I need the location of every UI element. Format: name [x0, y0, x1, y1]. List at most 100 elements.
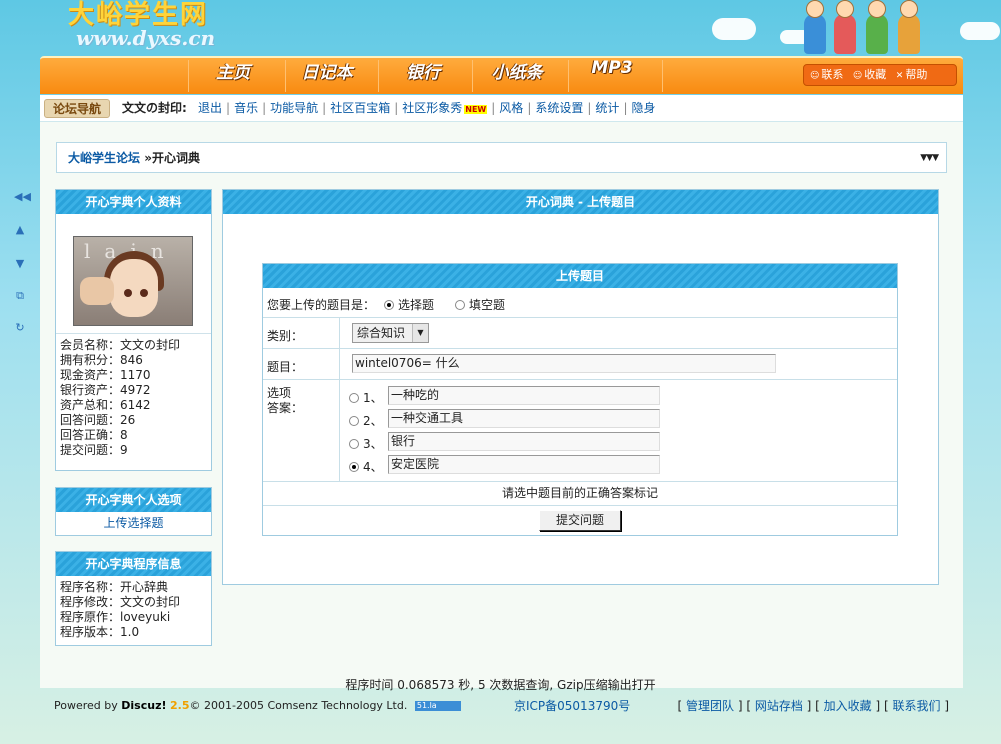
answer-2-input[interactable]: 一种交通工具: [388, 409, 660, 428]
stat-row: 拥有积分：846: [60, 353, 143, 367]
icp-link[interactable]: 京ICP备05013790号: [514, 697, 630, 714]
avatar-show-link[interactable]: 社区形象秀: [402, 101, 462, 115]
answer-2-radio[interactable]: 2、: [349, 412, 383, 429]
treasure-box-link[interactable]: 社区百宝箱: [330, 101, 390, 115]
program-info-title: 开心字典程序信息: [56, 552, 211, 576]
feature-nav-link[interactable]: 功能导航: [270, 101, 318, 115]
stat-row: 会员名称：文文の封印: [60, 338, 181, 352]
kids-illustration: [786, 0, 961, 56]
logout-link[interactable]: 退出: [198, 101, 222, 115]
stat-row: 提交问题：9: [60, 443, 128, 457]
nav-diary[interactable]: 日记本: [282, 58, 372, 94]
program-author: 程序原作：loveyuki: [60, 610, 171, 624]
close-icon: ✕: [895, 71, 904, 81]
question-input[interactable]: wintel0706= 什么: [352, 354, 776, 373]
cloud-decoration: [960, 22, 1000, 40]
stat-row: 银行资产：4972: [60, 383, 151, 397]
main-panel-title: 开心词典 - 上传题目: [223, 190, 938, 214]
answer-1-radio[interactable]: 1、: [349, 389, 383, 406]
footer-links: [ 管理团队 ] [ 网站存档 ] [ 加入收藏 ] [ 联系我们 ]: [677, 699, 950, 713]
main-navbar: 主页 日记本 银行 小纸条 MP3 ☺ 联系 ☺ 收藏 ✕ 帮助: [40, 56, 963, 94]
contact-link[interactable]: ☺ 联系: [810, 68, 843, 81]
program-info-panel: 开心字典程序信息 程序名称：开心辞典 程序修改：文文の封印 程序原作：lovey…: [55, 551, 212, 646]
options-panel-title: 开心字典个人选项: [56, 488, 211, 512]
question-label: 题目：: [267, 360, 304, 374]
breadcrumb-separator: »: [144, 151, 152, 165]
answer-1-input[interactable]: 一种吃的: [388, 386, 660, 405]
radio-unchecked-icon: [349, 439, 359, 449]
breadcrumb-current: 开心词典: [151, 151, 200, 165]
nav-home[interactable]: 主页: [188, 58, 278, 94]
music-link[interactable]: 音乐: [234, 101, 258, 115]
radio-unchecked-icon: [455, 300, 465, 310]
program-name: 程序名称：开心辞典: [60, 580, 169, 594]
radio-checked-icon: [349, 462, 359, 472]
profile-panel: 开心字典个人资料 lain 会员名称：文文の封印 拥有积分：846 现金资产：1…: [55, 189, 212, 471]
profile-stats: 会员名称：文文の封印 拥有积分：846 现金资产：1170 银行资产：4972 …: [56, 333, 211, 458]
answer-label: 答案：: [267, 401, 304, 415]
profile-panel-title: 开心字典个人资料: [56, 190, 211, 214]
collapse-left-icon[interactable]: ◀◀: [14, 191, 31, 203]
scroll-down-icon[interactable]: ▼: [14, 258, 26, 270]
add-favorite-link[interactable]: 加入收藏: [824, 699, 872, 713]
forum-nav-bar: 论坛导航 文文の封印: 退出 | 音乐 | 功能导航 | 社区百宝箱 | 社区形象秀 NEW | 风格…: [40, 95, 963, 122]
person-icon: ☺: [810, 71, 820, 81]
footer-powered: Powered by Discuz! 2.5© 2001-2005 Comsen…: [54, 699, 461, 712]
answer-4-input[interactable]: 安定医院: [388, 455, 660, 474]
program-version: 程序版本：1.0: [60, 625, 140, 639]
new-badge: NEW: [464, 105, 488, 114]
radio-unchecked-icon: [349, 416, 359, 426]
options-label: 选项: [267, 386, 292, 400]
site-logo-url: www.dyxs.cn: [76, 26, 216, 50]
settings-link[interactable]: 系统设置: [535, 101, 583, 115]
stat-row: 回答正确：8: [60, 428, 128, 442]
archive-link[interactable]: 网站存档: [755, 699, 803, 713]
form-title: 上传题目: [263, 264, 897, 288]
answer-hint: 请选中题目前的正确答案标记: [501, 486, 658, 500]
question-type-label: 您要上传的题目是：: [267, 298, 376, 312]
scroll-up-icon[interactable]: ▲: [14, 224, 26, 236]
submit-question-button[interactable]: 提交问题: [539, 510, 621, 531]
contact-us-link[interactable]: 联系我们: [892, 699, 940, 713]
answer-3-radio[interactable]: 3、: [349, 435, 383, 452]
refresh-icon[interactable]: ↻: [14, 322, 26, 334]
breadcrumb-forum-link[interactable]: 大峪学生论坛: [68, 151, 140, 165]
style-link[interactable]: 风格: [499, 101, 523, 115]
51la-badge[interactable]: 51.la: [414, 701, 461, 711]
admin-team-link[interactable]: 管理团队: [686, 699, 734, 713]
expand-arrows-icon[interactable]: ▼▼▼: [920, 143, 939, 174]
footer-stats: 程序时间 0.068573 秒, 5 次数据查询, Gzip压缩输出打开: [345, 678, 656, 692]
current-user: 文文の封印:: [122, 101, 187, 115]
answer-4-radio[interactable]: 4、: [349, 458, 383, 475]
favorite-link[interactable]: ☺ 收藏: [853, 68, 886, 81]
forum-nav-links: 退出 | 音乐 | 功能导航 | 社区百宝箱 | 社区形象秀 NEW | 风格 | 系统设置 | 统计 | 隐身: [198, 101, 656, 115]
nav-bank[interactable]: 银行: [378, 58, 468, 94]
help-link[interactable]: ✕ 帮助: [896, 68, 928, 81]
nav-tools: ☺ 联系 ☺ 收藏 ✕ 帮助: [803, 64, 957, 86]
forum-nav-tag[interactable]: 论坛导航: [44, 99, 111, 118]
avatar: lain: [73, 236, 193, 326]
type-choice-radio[interactable]: 选择题: [384, 296, 434, 313]
radio-checked-icon: [384, 300, 394, 310]
type-fill-radio[interactable]: 填空题: [455, 296, 505, 313]
cloud-decoration: [712, 18, 756, 40]
stat-row: 回答问题：26: [60, 413, 136, 427]
stat-row: 现金资产：1170: [60, 368, 151, 382]
options-panel: 开心字典个人选项 上传选择题: [55, 487, 212, 536]
radio-unchecked-icon: [349, 393, 359, 403]
upload-choice-link[interactable]: 上传选择题: [103, 516, 163, 530]
stat-row: 资产总和：6142: [60, 398, 151, 412]
person-icon: ☺: [852, 71, 863, 81]
window-icon[interactable]: ⧉: [14, 290, 26, 302]
stats-link[interactable]: 统计: [595, 101, 619, 115]
discuz-link[interactable]: Discuz!: [121, 699, 166, 712]
nav-mp3[interactable]: MP3: [567, 58, 657, 94]
upload-form: 上传题目 您要上传的题目是： 选择题 填空题 类别： 综合知识 ▼ 题目： wi…: [262, 263, 898, 536]
category-select[interactable]: 综合知识 ▼: [352, 323, 429, 343]
answer-3-input[interactable]: 银行: [388, 432, 660, 451]
breadcrumb: 大峪学生论坛 »开心词典 ▼▼▼: [56, 142, 947, 173]
invisible-link[interactable]: 隐身: [631, 101, 655, 115]
nav-notes[interactable]: 小纸条: [472, 58, 562, 94]
chevron-down-icon: ▼: [412, 324, 428, 342]
program-modifier: 程序修改：文文の封印: [60, 595, 181, 609]
